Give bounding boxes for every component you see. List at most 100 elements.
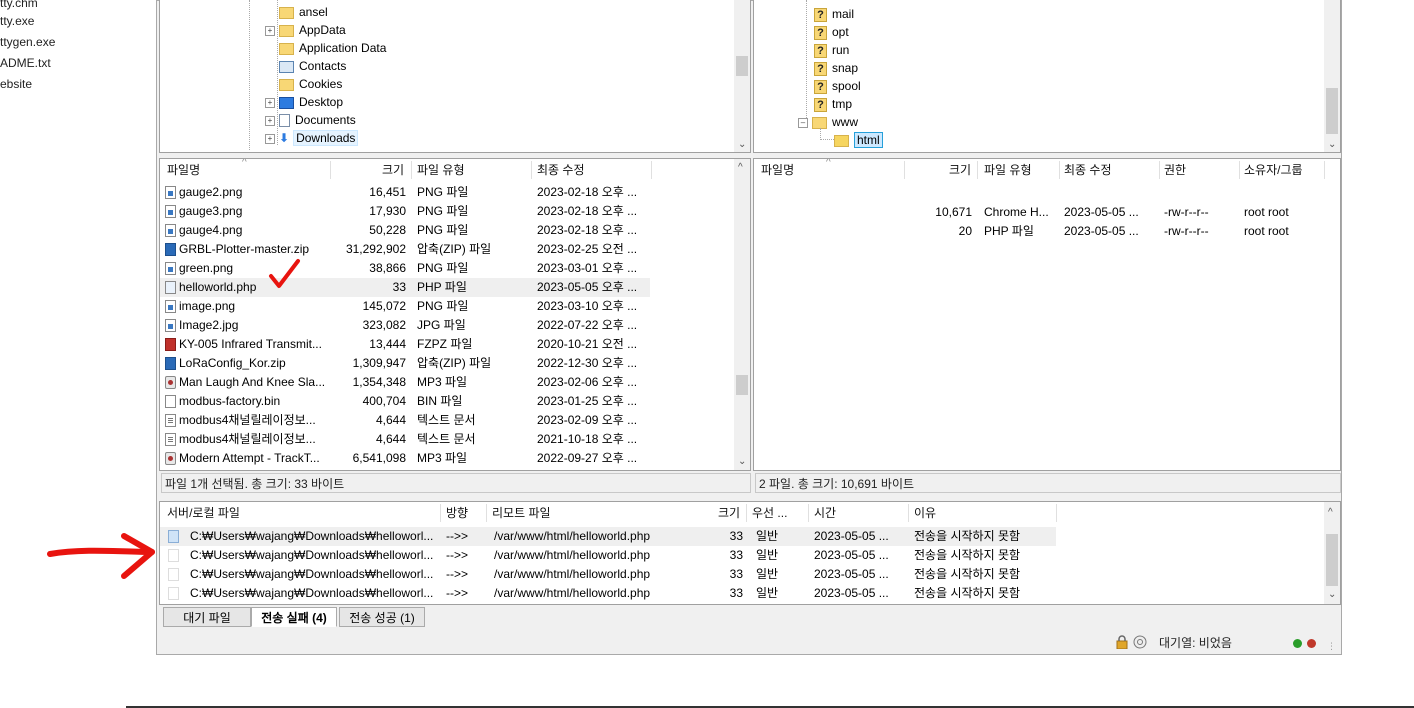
expand-icon[interactable]: + bbox=[265, 97, 275, 108]
tree-item[interactable]: ? mail bbox=[814, 5, 854, 23]
file-row[interactable]: green.png 38,866 PNG 파일 2023-03-01 오후 ... bbox=[160, 259, 650, 278]
file-row[interactable]: gauge2.png 16,451 PNG 파일 2023-02-18 오후 ... bbox=[160, 183, 650, 202]
column-header-name[interactable]: 파일명 bbox=[761, 159, 794, 181]
file-row[interactable]: KY-005 Infrared Transmit... 13,444 FZPZ 파일… bbox=[160, 335, 650, 354]
cell-remote: /var/www/html/helloworld.php bbox=[494, 548, 651, 562]
local-file-list[interactable]: 파일명 ^ 크기 파일 유형 최종 수정 gauge2.png 16,451 PNG… bbox=[159, 158, 751, 471]
file-row[interactable]: Image2.jpg 323,082 JPG 파일 2022-07-22 오후 ... bbox=[160, 316, 650, 335]
tree-item[interactable]: + ⬇ Downloads bbox=[265, 129, 359, 147]
remote-directory-tree[interactable]: ? mail? opt? run? snap? spool? tmp – www html ⌄ bbox=[753, 0, 1341, 153]
lock-icon[interactable] bbox=[1115, 635, 1129, 650]
tree-item-label: run bbox=[832, 43, 850, 57]
column-header-size[interactable]: 크기 bbox=[382, 159, 404, 181]
cell-name: modbus4채널릴레이정보... bbox=[165, 430, 330, 449]
file-icon bbox=[165, 262, 176, 276]
column-header-modified[interactable]: 최종 수정 bbox=[1064, 159, 1112, 181]
file-icon bbox=[165, 395, 176, 409]
cell-size: 6,541,098 bbox=[352, 451, 406, 465]
cell-type: PNG 파일 bbox=[417, 261, 469, 275]
column-header-owner[interactable]: 소유자/그룹 bbox=[1244, 159, 1303, 181]
cell-local: C:₩Users₩wajang₩Downloads₩helloworl... bbox=[190, 548, 434, 562]
tree-item-label: Cookies bbox=[299, 77, 343, 91]
file-row[interactable]: GRBL-Plotter-master.zip 31,292,902 압축(ZIP)… bbox=[160, 240, 650, 259]
cell-local: C:₩Users₩wajang₩Downloads₩helloworl... bbox=[190, 567, 434, 581]
file-row[interactable]: LoRaConfig_Kor.zip 1,309,947 압축(ZIP) 파일 202… bbox=[160, 354, 650, 373]
folder-icon bbox=[279, 42, 294, 55]
local-list-scrollbar[interactable]: ^ ⌄ bbox=[734, 159, 750, 470]
bg-file[interactable]: tty.exe bbox=[0, 14, 34, 28]
cell-size: 17,930 bbox=[369, 204, 406, 218]
file-icon bbox=[165, 281, 176, 295]
cell-modified: 2023-01-25 오후 ... bbox=[537, 394, 638, 408]
tab-successful-transfers[interactable]: 전송 성공 (1) bbox=[339, 607, 425, 627]
column-header-permissions[interactable]: 권한 bbox=[1164, 159, 1186, 181]
remote-tree-scrollbar[interactable]: ⌄ bbox=[1324, 0, 1340, 152]
column-header-remote-file[interactable]: 리모트 파일 bbox=[492, 502, 551, 524]
column-header-priority[interactable]: 우선 ... bbox=[752, 502, 787, 524]
tree-item[interactable]: +Contacts bbox=[265, 57, 346, 75]
file-row[interactable]: .. bbox=[754, 184, 1324, 203]
queue-row[interactable]: C:₩Users₩wajang₩Downloads₩helloworl... --… bbox=[160, 565, 1056, 584]
tree-item[interactable]: ? run bbox=[814, 41, 849, 59]
local-tree-scrollbar[interactable]: ⌄ bbox=[734, 0, 750, 152]
tab-queued-files[interactable]: 대기 파일 bbox=[163, 607, 251, 627]
cell-remote: /var/www/html/helloworld.php bbox=[494, 529, 651, 543]
tree-item[interactable]: + AppData bbox=[265, 21, 346, 39]
cell-size: 50,228 bbox=[369, 223, 406, 237]
column-header-type[interactable]: 파일 유형 bbox=[417, 159, 465, 181]
column-header-direction[interactable]: 방향 bbox=[446, 502, 468, 524]
tree-item[interactable]: +ansel bbox=[265, 3, 328, 21]
bg-file[interactable]: ADME.txt bbox=[0, 56, 51, 70]
queue-row[interactable]: C:₩Users₩wajang₩Downloads₩helloworl... --… bbox=[160, 527, 1056, 546]
tree-item[interactable]: ? spool bbox=[814, 77, 861, 95]
cell-modified: 2023-02-09 오후 ... bbox=[537, 413, 638, 427]
column-header-modified[interactable]: 최종 수정 bbox=[537, 159, 585, 181]
tree-item[interactable]: ? snap bbox=[814, 59, 858, 77]
file-row[interactable]: Modern Attempt - TrackT... 6,541,098 MP3 파… bbox=[160, 449, 650, 468]
resize-grip-icon[interactable]: ⋮ bbox=[1327, 641, 1336, 652]
remote-file-list[interactable]: 파일명 ^ 크기 파일 유형 최종 수정 권한 소유자/그룹 ..index.h… bbox=[753, 158, 1341, 471]
speed-limit-icon[interactable] bbox=[1133, 635, 1147, 649]
tree-item-html[interactable]: html bbox=[834, 131, 883, 149]
file-row[interactable]: index.html10,671Chrome H...2023-05-05 ..… bbox=[754, 203, 1324, 222]
bg-file[interactable]: tty.chm bbox=[0, 0, 38, 10]
bg-file[interactable]: ttygen.exe bbox=[0, 35, 55, 49]
column-header-local-file[interactable]: 서버/로컬 파일 bbox=[167, 502, 240, 524]
file-row[interactable]: gauge4.png 50,228 PNG 파일 2023-02-18 오후 ... bbox=[160, 221, 650, 240]
expand-icon[interactable]: + bbox=[265, 133, 275, 144]
expand-icon[interactable]: + bbox=[265, 115, 275, 126]
tree-item[interactable]: + Documents bbox=[265, 111, 356, 129]
tree-item[interactable]: +Cookies bbox=[265, 75, 342, 93]
bg-file[interactable]: ebsite bbox=[0, 77, 32, 91]
file-row[interactable]: modbus-factory.bin 400,704 BIN 파일 2023-01-2… bbox=[160, 392, 650, 411]
file-row[interactable]: modbus4채널릴레이정보... 4,644 텍스트 문서 2021-10-18 오… bbox=[160, 430, 650, 449]
column-header-size[interactable]: 크기 bbox=[718, 502, 740, 524]
queue-row[interactable]: C:₩Users₩wajang₩Downloads₩helloworl... --… bbox=[160, 546, 1056, 565]
queue-scrollbar[interactable]: ^ ⌄ bbox=[1324, 502, 1340, 604]
transfer-queue[interactable]: 서버/로컬 파일 방향 리모트 파일 크기 우선 ... 시간 이유 C:₩Us… bbox=[159, 501, 1341, 605]
column-header-time[interactable]: 시간 bbox=[814, 502, 836, 524]
cell-size: 4,644 bbox=[375, 413, 406, 427]
local-directory-tree[interactable]: +ansel+AppData+Application Data+Contacts… bbox=[159, 0, 751, 153]
tree-item[interactable]: +Application Data bbox=[265, 39, 386, 57]
column-header-type[interactable]: 파일 유형 bbox=[984, 159, 1032, 181]
tree-item[interactable]: ? opt bbox=[814, 23, 849, 41]
file-row[interactable]: modbus4채널릴레이정보... 4,644 텍스트 문서 2023-02-09 오… bbox=[160, 411, 650, 430]
column-header-reason[interactable]: 이유 bbox=[914, 502, 936, 524]
remote-status-bar: 2 파일. 총 크기: 10,691 바이트 bbox=[755, 473, 1341, 493]
tree-item-www[interactable]: – www bbox=[798, 113, 858, 131]
column-header-name[interactable]: 파일명 bbox=[167, 159, 200, 181]
file-row[interactable]: Man Laugh And Knee Sla... 1,354,348 MP3 파일… bbox=[160, 373, 650, 392]
file-row[interactable]: gauge3.png 17,930 PNG 파일 2023-02-18 오후 ... bbox=[160, 202, 650, 221]
remote-file-list-header: 파일명 ^ 크기 파일 유형 최종 수정 권한 소유자/그룹 bbox=[754, 159, 1340, 181]
tree-item[interactable]: ? tmp bbox=[814, 95, 852, 113]
file-row[interactable]: image.png 145,072 PNG 파일 2023-03-10 오후 ... bbox=[160, 297, 650, 316]
file-row[interactable]: test.php20PHP 파일2023-05-05 ...-rw-r--r--… bbox=[754, 222, 1324, 241]
tree-item[interactable]: + Desktop bbox=[265, 93, 343, 111]
column-header-size[interactable]: 크기 bbox=[949, 159, 971, 181]
file-row[interactable]: helloworld.php 33 PHP 파일 2023-05-05 오후 ... bbox=[160, 278, 650, 297]
tab-failed-transfers[interactable]: 전송 실패 (4) bbox=[251, 607, 337, 627]
queue-row[interactable]: C:₩Users₩wajang₩Downloads₩helloworl... --… bbox=[160, 584, 1056, 603]
file-icon bbox=[165, 319, 176, 333]
expand-icon[interactable]: + bbox=[265, 25, 275, 36]
